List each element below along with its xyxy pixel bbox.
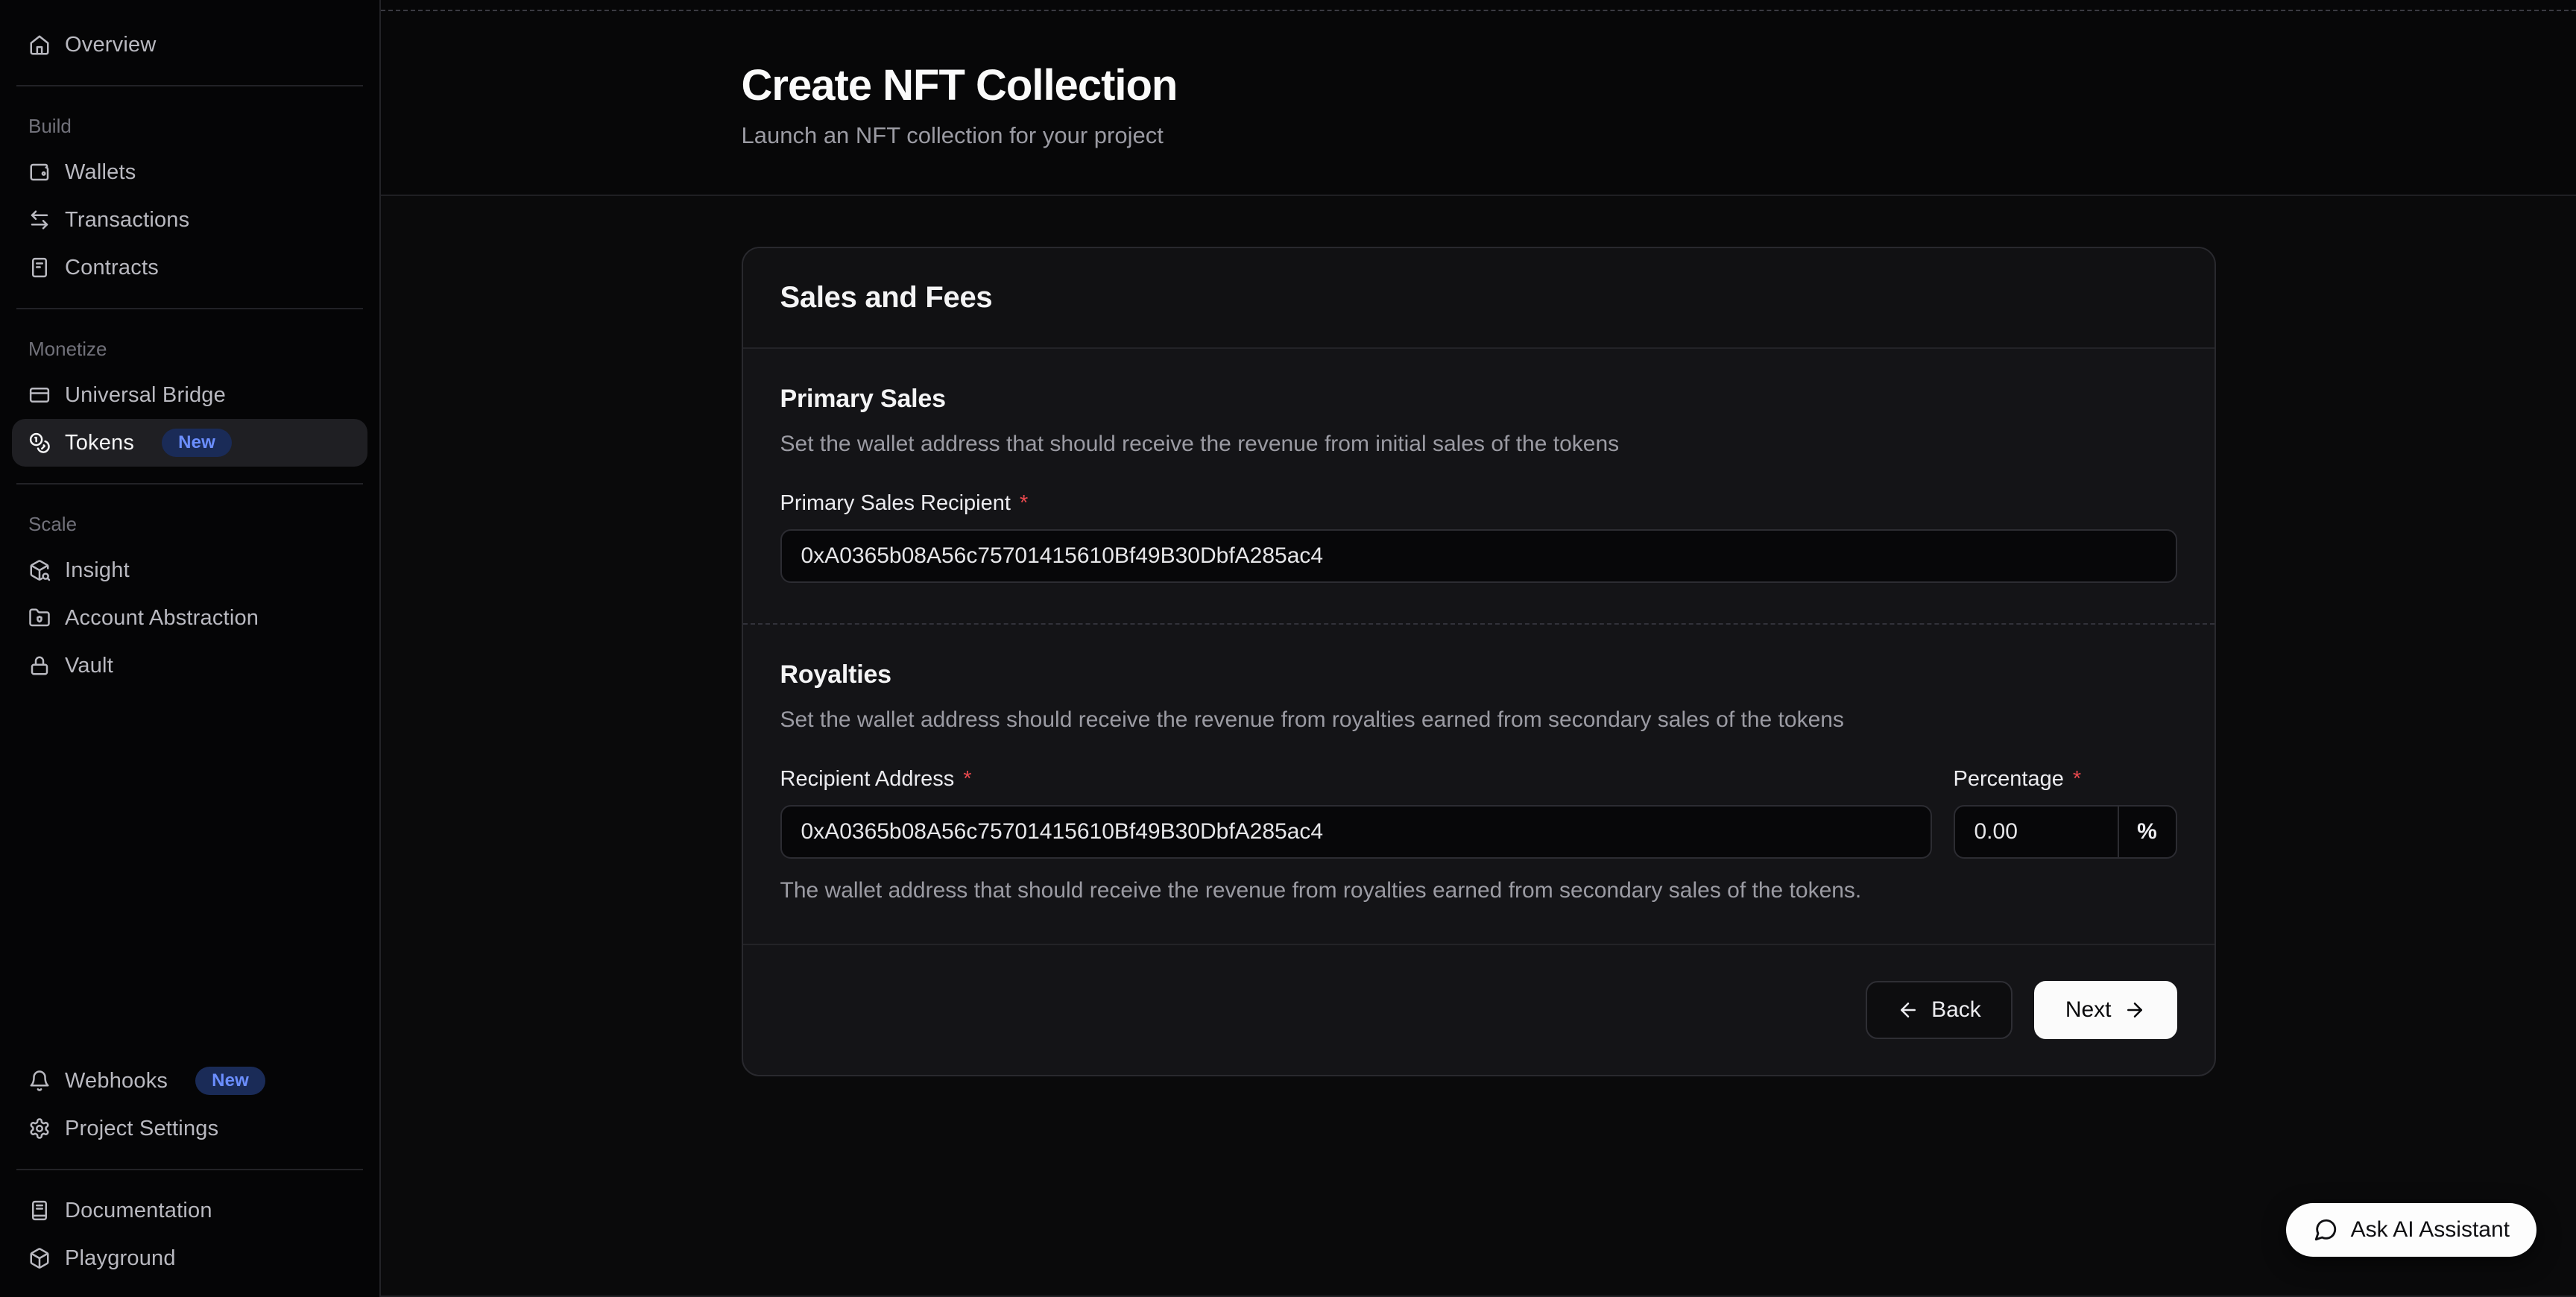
new-badge: New: [195, 1067, 265, 1095]
required-asterisk: *: [1020, 491, 1028, 516]
package-search-icon: [28, 559, 51, 581]
percentage-label: Percentage *: [1954, 767, 2177, 792]
royalties-description: Set the wallet address should receive th…: [780, 707, 2177, 733]
folder-shield-icon: [28, 607, 51, 629]
sidebar-item-label: Documentation: [65, 1199, 212, 1223]
next-button[interactable]: Next: [2034, 981, 2177, 1039]
credit-card-icon: [28, 384, 51, 406]
page-header: Create NFT Collection Launch an NFT coll…: [381, 11, 2576, 196]
cube-icon: [28, 1247, 51, 1269]
sidebar-item-playground[interactable]: Playground: [12, 1234, 367, 1282]
percent-suffix: %: [2118, 807, 2176, 857]
sidebar-item-label: Insight: [65, 558, 130, 583]
card-header: Sales and Fees: [743, 248, 2214, 349]
coins-icon: [28, 432, 51, 454]
field-label-text: Percentage: [1954, 767, 2064, 792]
lock-icon: [28, 654, 51, 677]
royalties-helper-text: The wallet address that should receive t…: [780, 878, 2177, 903]
required-asterisk: *: [2073, 767, 2081, 792]
back-button[interactable]: Back: [1866, 981, 2012, 1039]
gear-icon: [28, 1117, 51, 1140]
recipient-address-label: Recipient Address *: [780, 767, 1932, 792]
sidebar-divider: [16, 85, 363, 86]
ask-ai-assistant-label: Ask AI Assistant: [2351, 1217, 2510, 1243]
sidebar-item-label: Tokens: [65, 431, 134, 455]
royalties-section: Royalties Set the wallet address should …: [743, 625, 2214, 944]
sidebar-item-label: Overview: [65, 33, 156, 57]
sidebar-item-label: Wallets: [65, 160, 136, 185]
app-root: Overview Build Wallets Transactions Cont…: [0, 0, 2576, 1297]
sidebar-item-universal-bridge[interactable]: Universal Bridge: [12, 371, 367, 419]
chat-bubble-icon: [2313, 1217, 2338, 1243]
sidebar-item-webhooks[interactable]: Webhooks New: [12, 1057, 367, 1105]
sidebar-item-transactions[interactable]: Transactions: [12, 196, 367, 244]
sidebar-item-account-abstraction[interactable]: Account Abstraction: [12, 594, 367, 642]
primary-sales-heading: Primary Sales: [780, 385, 2177, 414]
sidebar-item-label: Vault: [65, 654, 113, 678]
sidebar-item-label: Playground: [65, 1246, 176, 1271]
new-badge: New: [162, 429, 232, 457]
sales-and-fees-card: Sales and Fees Primary Sales Set the wal…: [742, 247, 2216, 1076]
required-asterisk: *: [963, 767, 971, 792]
bell-icon: [28, 1070, 51, 1092]
sidebar-section-monetize: Monetize: [12, 326, 367, 371]
sidebar-item-label: Webhooks: [65, 1069, 168, 1094]
percentage-input-group: %: [1954, 805, 2177, 859]
sidebar-item-label: Project Settings: [65, 1117, 218, 1141]
sidebar-item-label: Transactions: [65, 208, 189, 233]
content-area: Sales and Fees Primary Sales Set the wal…: [381, 196, 2576, 1297]
field-label-text: Recipient Address: [780, 767, 955, 792]
sidebar-divider: [16, 308, 363, 309]
royalties-heading: Royalties: [780, 660, 2177, 689]
page-title: Create NFT Collection: [742, 60, 2216, 110]
sidebar-item-insight[interactable]: Insight: [12, 546, 367, 594]
sidebar-item-label: Contracts: [65, 256, 159, 280]
sidebar-section-build: Build: [12, 103, 367, 148]
arrow-left-icon: [1897, 999, 1919, 1021]
main-content: Create NFT Collection Launch an NFT coll…: [381, 0, 2576, 1297]
percentage-input[interactable]: [1955, 807, 2118, 857]
sidebar: Overview Build Wallets Transactions Cont…: [0, 0, 381, 1297]
primary-sales-recipient-input[interactable]: [780, 529, 2177, 583]
wallet-icon: [28, 161, 51, 183]
file-text-icon: [28, 256, 51, 279]
page-subtitle: Launch an NFT collection for your projec…: [742, 122, 2216, 149]
sidebar-item-label: Universal Bridge: [65, 383, 226, 408]
card-title: Sales and Fees: [780, 281, 2177, 315]
sidebar-section-scale: Scale: [12, 501, 367, 546]
sidebar-item-documentation[interactable]: Documentation: [12, 1187, 367, 1234]
sidebar-item-contracts[interactable]: Contracts: [12, 244, 367, 291]
home-icon: [28, 34, 51, 56]
primary-sales-description: Set the wallet address that should recei…: [780, 432, 2177, 457]
sidebar-item-project-settings[interactable]: Project Settings: [12, 1105, 367, 1152]
book-icon: [28, 1199, 51, 1222]
primary-sales-section: Primary Sales Set the wallet address tha…: [743, 349, 2214, 623]
main-top-dashed-border: [381, 0, 2576, 11]
primary-sales-recipient-label: Primary Sales Recipient *: [780, 491, 2177, 516]
ask-ai-assistant-button[interactable]: Ask AI Assistant: [2286, 1203, 2536, 1257]
sidebar-divider: [16, 1169, 363, 1170]
next-button-label: Next: [2065, 997, 2112, 1023]
back-button-label: Back: [1931, 997, 1981, 1023]
sidebar-item-label: Account Abstraction: [65, 606, 259, 631]
sidebar-item-wallets[interactable]: Wallets: [12, 148, 367, 196]
royalty-recipient-input[interactable]: [780, 805, 1932, 859]
field-label-text: Primary Sales Recipient: [780, 491, 1011, 516]
sidebar-item-overview[interactable]: Overview: [12, 21, 367, 69]
card-footer: Back Next: [743, 944, 2214, 1075]
sidebar-divider: [16, 483, 363, 485]
sidebar-item-tokens[interactable]: Tokens New: [12, 419, 367, 467]
sidebar-item-vault[interactable]: Vault: [12, 642, 367, 689]
arrow-right-icon: [2124, 999, 2146, 1021]
arrows-left-right-icon: [28, 209, 51, 231]
